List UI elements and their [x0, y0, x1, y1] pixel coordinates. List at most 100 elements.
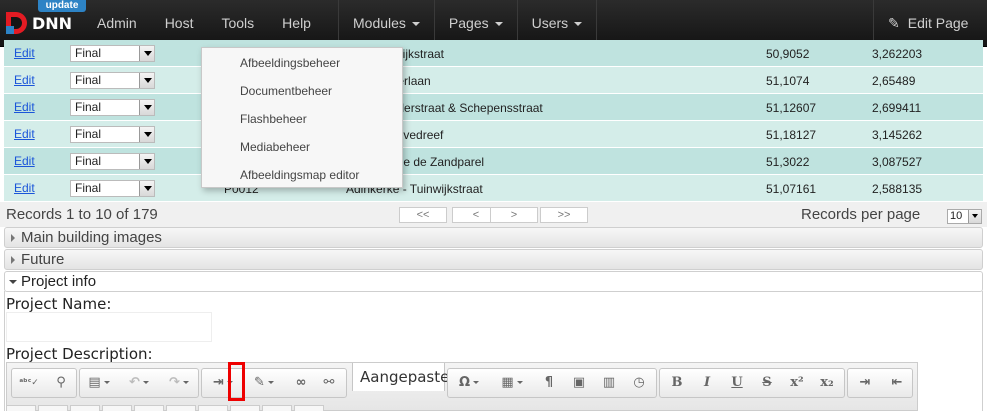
outdent-icon[interactable]: ⇤: [882, 369, 912, 397]
subscript-icon[interactable]: x₂: [812, 369, 842, 397]
chevron-right-icon: [11, 234, 15, 242]
table-row: Edit Final Houtsaegerlaan 51,1074 2,6548…: [4, 67, 983, 94]
chevron-down-icon: [473, 381, 480, 384]
section-project-info[interactable]: Project info: [4, 271, 983, 292]
toolbar-button[interactable]: [262, 405, 292, 411]
status-value: Final: [75, 127, 102, 141]
menu-item-mediabeheer[interactable]: Mediabeheer: [240, 140, 310, 154]
longitude: 3,087527: [872, 155, 923, 169]
image-icon[interactable]: ▣: [564, 369, 594, 397]
chevron-down-icon: [411, 22, 420, 27]
latitude: 51,1074: [766, 74, 810, 88]
edit-link[interactable]: Edit: [14, 127, 35, 141]
dnn-logo-text: DNN: [32, 14, 73, 33]
paste-icon[interactable]: ▤: [80, 369, 118, 397]
chevron-down-icon: [139, 73, 154, 88]
calendar-icon[interactable]: ▥: [594, 369, 624, 397]
update-badge[interactable]: update: [38, 0, 86, 12]
chevron-down-icon: [516, 381, 523, 384]
chevron-down-icon: [267, 381, 274, 384]
toolbar-button[interactable]: [198, 405, 228, 411]
section-future[interactable]: Future: [4, 249, 983, 270]
toolbar-button[interactable]: [6, 405, 36, 411]
omega-symbol-icon[interactable]: Ω: [450, 369, 488, 397]
menu-item-documentbeheer[interactable]: Documentbeheer: [240, 84, 332, 98]
strikethrough-icon[interactable]: S: [752, 369, 782, 397]
chevron-down-icon: [494, 22, 503, 27]
status-value: Final: [75, 154, 102, 168]
toolbar-button[interactable]: [70, 405, 100, 411]
binoculars-icon[interactable]: ⚲: [46, 369, 76, 397]
paragraph-icon[interactable]: ¶: [534, 369, 564, 397]
table-icon[interactable]: ▦: [492, 369, 532, 397]
first-page-button[interactable]: <<: [399, 207, 447, 223]
edit-link[interactable]: Edit: [14, 73, 35, 87]
chevron-down-icon: [139, 100, 154, 115]
menu-item-afbeeldingsmap-editor[interactable]: Afbeeldingsmap editor: [240, 168, 359, 182]
records-per-page-label: Records per page: [801, 206, 921, 223]
records-per-page-select[interactable]: 10: [947, 209, 982, 224]
highlight-box: [228, 362, 245, 401]
edit-link[interactable]: Edit: [14, 100, 35, 114]
table-row: Edit Final P0012 Adinkerke - Tuinwijkstr…: [4, 175, 983, 202]
edit-link[interactable]: Edit: [14, 154, 35, 168]
nav-modules-label: Modules: [353, 15, 406, 31]
link-icon[interactable]: ∞: [286, 369, 316, 397]
unlink-icon[interactable]: ⚯: [314, 369, 344, 397]
toolbar-group-clipboard: ▤ ↶ ↷: [79, 368, 199, 398]
chevron-right-icon: [11, 256, 15, 264]
next-page-button[interactable]: >: [490, 207, 538, 223]
table-row: Edit Final ster - Kortrijkstraat 50,9052…: [4, 40, 983, 67]
nav-users-label: Users: [531, 15, 569, 31]
status-value: Final: [75, 46, 102, 60]
menu-item-flashbeheer[interactable]: Flashbeheer: [240, 112, 307, 126]
superscript-icon[interactable]: x²: [782, 369, 812, 397]
edit-box-icon[interactable]: ✎: [246, 369, 282, 397]
bold-icon[interactable]: B: [662, 369, 692, 397]
longitude: 2,65489: [872, 74, 916, 88]
toolbar-button[interactable]: [102, 405, 132, 411]
latitude: 51,07161: [766, 182, 817, 196]
status-select[interactable]: Final: [70, 153, 155, 170]
format-select[interactable]: Aangepaste: [352, 363, 449, 391]
status-select[interactable]: Final: [70, 72, 155, 89]
redo-icon[interactable]: ↷: [160, 369, 198, 397]
toolbar-button[interactable]: [294, 405, 324, 411]
longitude: 3,145262: [872, 128, 923, 142]
chevron-down-icon: [139, 154, 154, 169]
status-select[interactable]: Final: [70, 126, 155, 143]
edit-link[interactable]: Edit: [14, 181, 35, 195]
table-row: Edit Final erke - Polderstraat & Schepen…: [4, 94, 983, 121]
toolbar-group-format: B I U S x² x₂: [659, 368, 845, 398]
grid-pager: Records 1 to 10 of 179 << < > >> Records…: [0, 202, 987, 227]
toolbar-group-insert: ⇥ ✎ ∞ ⚯: [201, 368, 347, 398]
toolbar-button[interactable]: [38, 405, 68, 411]
toolbar-button[interactable]: [230, 405, 260, 411]
spellcheck-icon[interactable]: ᵃᵇᶜ✓: [14, 369, 44, 397]
chevron-down-icon: [182, 381, 189, 384]
project-name-input[interactable]: [6, 312, 212, 342]
editor-toolbar-row2: [6, 402, 790, 411]
toolbar-button[interactable]: [134, 405, 164, 411]
chevron-down-icon: [139, 181, 154, 196]
clock-icon[interactable]: ◷: [624, 369, 654, 397]
edit-link[interactable]: Edit: [14, 46, 35, 60]
last-page-button[interactable]: >>: [540, 207, 588, 223]
status-select[interactable]: Final: [70, 99, 155, 116]
section-title: Project info: [21, 273, 97, 290]
edit-page-label: Edit Page: [907, 15, 969, 31]
status-select[interactable]: Final: [70, 180, 155, 197]
chevron-down-icon: [139, 127, 154, 142]
project-description-label: Project Description:: [6, 345, 153, 363]
records-per-page-value: 10: [950, 210, 963, 222]
undo-icon[interactable]: ↶: [120, 369, 158, 397]
section-main-building-images[interactable]: Main building images: [4, 227, 983, 248]
menu-item-afbeeldingsbeheer[interactable]: Afbeeldingsbeheer: [240, 56, 340, 70]
underline-icon[interactable]: U: [722, 369, 752, 397]
table-row: Edit Final - Mariënhovedreef 51,18127 3,…: [4, 121, 983, 148]
status-select[interactable]: Final: [70, 45, 155, 62]
toolbar-button[interactable]: [166, 405, 196, 411]
project-name-label: Project Name:: [6, 295, 112, 313]
italic-icon[interactable]: I: [692, 369, 722, 397]
indent-icon[interactable]: ⇥: [850, 369, 880, 397]
